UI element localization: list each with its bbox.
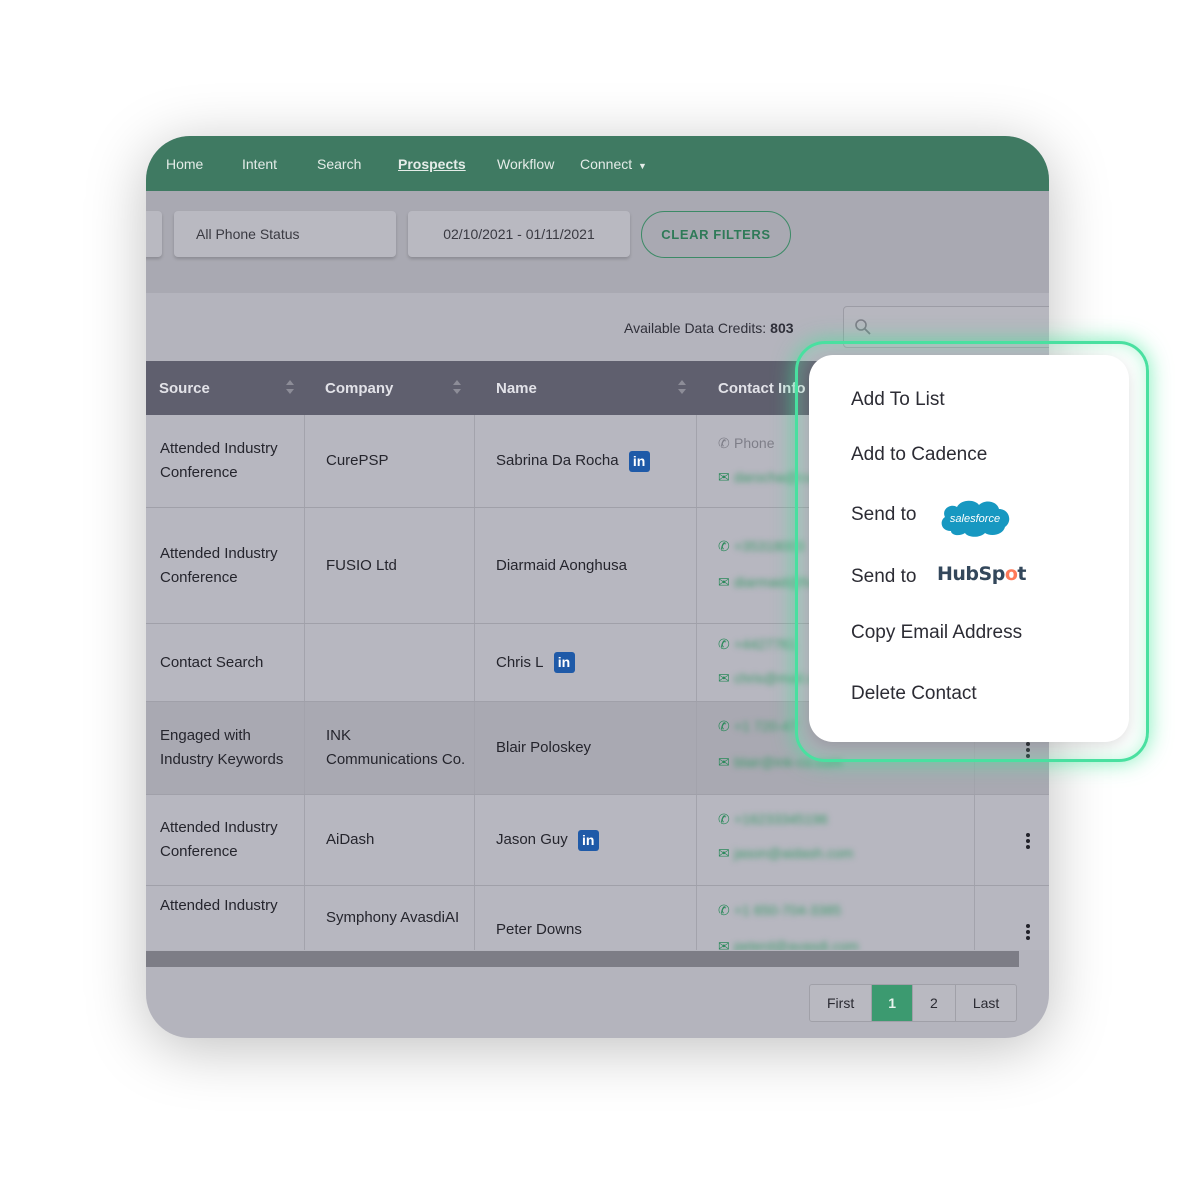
data-credits: Available Data Credits: 803	[624, 320, 794, 336]
contact-phone[interactable]: ✆ +1 650-704-3385	[718, 902, 841, 919]
phone-icon: ✆	[718, 902, 730, 918]
phone-icon: ✆	[718, 811, 730, 827]
credits-value: 803	[770, 320, 794, 336]
sort-icon[interactable]	[286, 380, 294, 394]
pagination: First 1 2 Last	[809, 984, 1018, 1022]
prospect-name[interactable]: Blair Poloskey	[496, 736, 591, 760]
name-cell: Peter Downs	[496, 886, 691, 950]
table-row[interactable]: Attended Industry Conference AiDash Jaso…	[146, 795, 1049, 886]
email-icon: ✉	[718, 670, 730, 686]
name-cell: Blair Poloskey	[496, 702, 691, 794]
source-cell: Attended Industry Conference	[160, 544, 278, 586]
page-2-button[interactable]: 2	[913, 985, 956, 1021]
prospect-name[interactable]: Diarmaid Aonghusa	[496, 554, 627, 578]
company-cell: FUSIO Ltd	[326, 556, 397, 574]
linkedin-icon[interactable]: in	[628, 450, 650, 472]
email-icon: ✉	[718, 469, 730, 485]
name-cell: Jason Guy in	[496, 795, 691, 885]
more-actions-icon[interactable]	[1026, 833, 1032, 851]
nav-intent[interactable]: Intent	[242, 156, 277, 172]
email-icon: ✉	[718, 574, 730, 590]
top-nav: Home Intent Search Prospects Workflow Co…	[146, 136, 1049, 191]
contact-phone[interactable]: ✆ +35318003	[718, 538, 804, 555]
linkedin-icon[interactable]: in	[553, 652, 575, 673]
phone-icon: ✆	[718, 538, 730, 554]
source-cell: Attended Industry Conference	[160, 819, 278, 860]
company-cell: CurePSP	[326, 452, 389, 469]
menu-add-to-cadence[interactable]: Add to Cadence	[851, 444, 987, 466]
search-icon	[855, 319, 871, 335]
menu-copy-email[interactable]: Copy Email Address	[851, 622, 1022, 644]
email-icon: ✉	[718, 938, 730, 950]
column-header-company[interactable]: Company	[325, 380, 393, 397]
menu-send-to-salesforce[interactable]: Send to	[851, 504, 917, 526]
phone-status-filter[interactable]: All Phone Status	[174, 211, 396, 257]
nav-workflow[interactable]: Workflow	[497, 156, 554, 172]
menu-add-to-list[interactable]: Add To List	[851, 389, 945, 411]
name-cell: Sabrina Da Rocha in	[496, 415, 691, 507]
phone-icon: ✆	[718, 435, 730, 451]
page-1-button[interactable]: 1	[872, 985, 914, 1021]
contact-phone[interactable]: ✆ +16233345196	[718, 811, 828, 828]
email-icon: ✉	[718, 845, 730, 861]
column-header-name[interactable]: Name	[496, 380, 537, 397]
name-cell: Diarmaid Aonghusa	[496, 508, 691, 623]
contact-phone[interactable]: ✆ +1 720-47	[718, 718, 797, 735]
company-cell: AiDash	[326, 831, 375, 848]
prospect-name[interactable]: Chris L	[496, 651, 544, 675]
contact-email[interactable]: ✉ peterd@avasdi.com	[718, 938, 859, 950]
svg-text:salesforce: salesforce	[950, 513, 1000, 525]
nav-search[interactable]: Search	[317, 156, 361, 172]
nav-home[interactable]: Home	[166, 156, 203, 172]
contact-phone[interactable]: ✆ Phone	[718, 435, 774, 452]
name-cell: Chris L in	[496, 624, 691, 701]
contact-phone[interactable]: ✆ +4427761	[718, 636, 797, 653]
table-row[interactable]: Attended Industry Symphony AvasdiAI Pete…	[146, 886, 1049, 950]
menu-delete-contact[interactable]: Delete Contact	[851, 683, 977, 705]
more-actions-icon[interactable]	[1026, 924, 1032, 942]
email-icon: ✉	[718, 754, 730, 770]
linkedin-icon[interactable]: in	[577, 829, 599, 851]
credits-label: Available Data Credits:	[624, 320, 767, 336]
page-first-button[interactable]: First	[810, 985, 873, 1021]
sort-icon[interactable]	[678, 380, 686, 394]
page-last-button[interactable]: Last	[956, 985, 1016, 1021]
date-range-filter[interactable]: 02/10/2021 - 01/11/2021	[408, 211, 630, 257]
source-cell: Attended Industry	[160, 897, 278, 914]
source-cell: Contact Search	[160, 653, 264, 671]
phone-icon: ✆	[718, 636, 730, 652]
chevron-down-icon: ▼	[638, 161, 647, 171]
phone-icon: ✆	[718, 718, 730, 734]
contact-email[interactable]: ✉ jason@aidash.com	[718, 845, 853, 862]
prospect-name[interactable]: Peter Downs	[496, 918, 582, 942]
salesforce-logo-icon: salesforce	[941, 500, 1010, 537]
horizontal-scrollbar[interactable]	[146, 951, 1019, 967]
company-cell: INK Communications Co.	[326, 727, 466, 768]
nav-connect[interactable]: Connect ▼	[580, 156, 647, 172]
prospect-name[interactable]: Sabrina Da Rocha	[496, 449, 619, 473]
column-header-source[interactable]: Source	[159, 380, 210, 397]
company-cell	[326, 624, 466, 701]
source-cell: Attended Industry Conference	[160, 440, 278, 481]
filter-partial[interactable]	[146, 211, 162, 257]
source-cell: Engaged with Industry Keywords	[160, 727, 284, 768]
nav-prospects[interactable]: Prospects	[398, 156, 466, 172]
company-cell: Symphony AvasdiAI	[326, 909, 460, 926]
column-header-contact-info[interactable]: Contact Info	[718, 380, 806, 397]
context-menu: Add To List Add to Cadence Send to sales…	[809, 355, 1129, 742]
clear-filters-button[interactable]: CLEAR FILTERS	[641, 211, 791, 258]
prospect-name[interactable]: Jason Guy	[496, 828, 568, 852]
sort-icon[interactable]	[453, 380, 461, 394]
menu-send-to-hubspot[interactable]: Send to	[851, 566, 917, 588]
nav-connect-label: Connect	[580, 156, 633, 172]
filter-bar: All Phone Status 02/10/2021 - 01/11/2021…	[146, 191, 1049, 293]
hubspot-logo-icon: HubSpot	[937, 563, 1026, 585]
